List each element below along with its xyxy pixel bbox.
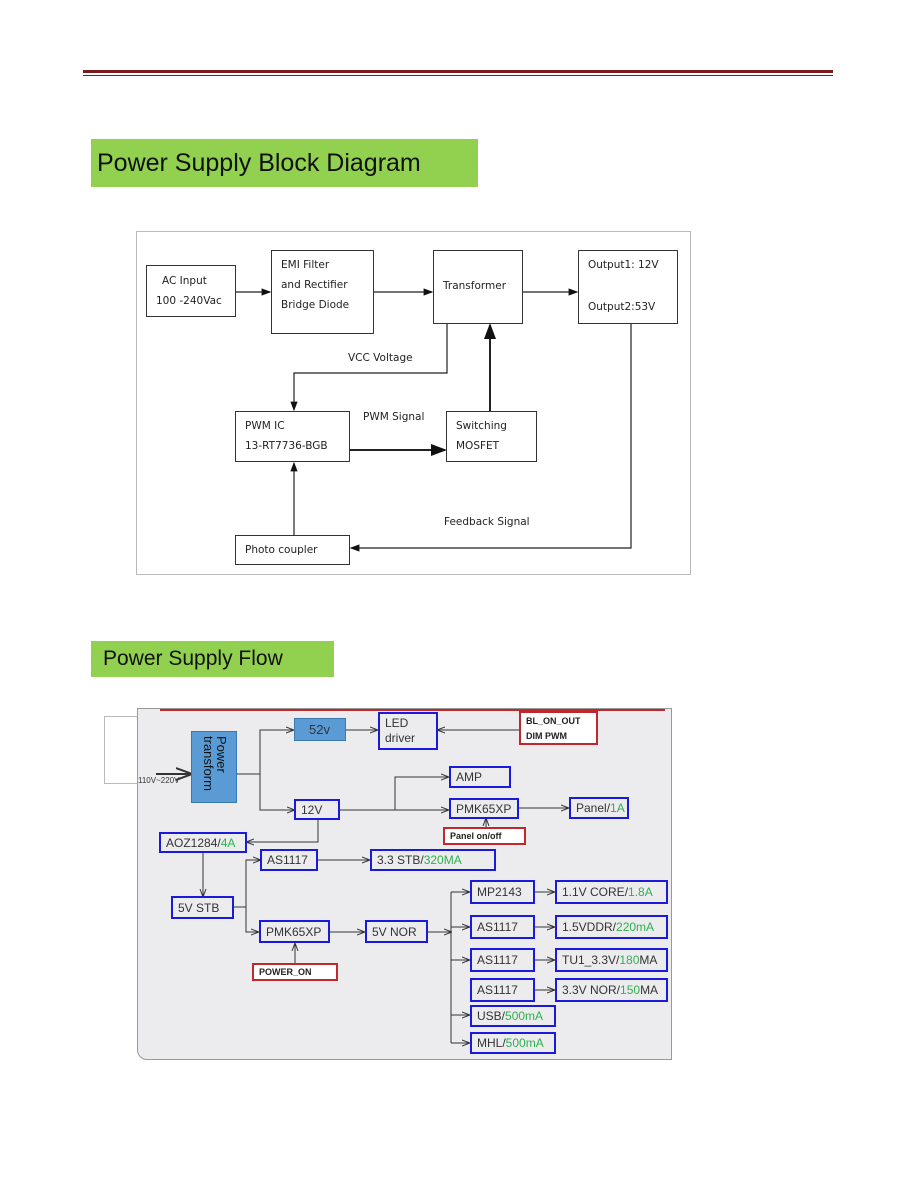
text: LED [385, 716, 409, 730]
power-on-signal: POWER_ON [252, 963, 338, 981]
current-value: 500mA [505, 1009, 544, 1023]
52v-block: 52v [294, 718, 346, 741]
rail-output-block: TU1_3.3V/180 MA [555, 948, 668, 972]
led-driver-block: LED driver [378, 712, 438, 750]
12v-block: 12V [294, 799, 340, 820]
current-value: 500mA [505, 1036, 544, 1050]
power-transform-block: Power transform [191, 731, 237, 803]
rail-ic-block: MP2143 [470, 880, 535, 904]
text: DIM PWM [526, 731, 567, 741]
current-value: 320MA [423, 853, 462, 867]
text: 3.3V NOR/ [562, 983, 621, 997]
text: 1.1V CORE/ [562, 885, 629, 899]
pmk65xp-panel-block: PMK65XP [449, 798, 519, 819]
aoz1284-block: AOZ1284/4A [159, 832, 247, 853]
amp-block: AMP [449, 766, 511, 788]
rail-ic-block: AS1117 [470, 978, 535, 1002]
document-page: Power Supply Block Diagram AC Input 100 -… [0, 0, 918, 1188]
mhl-block: MHL/500mA [470, 1032, 556, 1054]
panel-onoff-signal: Panel on/off [443, 827, 526, 845]
rail-ic-block: AS1117 [470, 915, 535, 939]
current-value: 4A [220, 835, 236, 850]
text: MA [640, 983, 659, 997]
text: 3.3 STB/ [377, 853, 424, 867]
current-value: 220mA [616, 920, 655, 934]
5v-nor-block: 5V NOR [365, 920, 428, 943]
usb-block: USB/500mA [470, 1005, 556, 1027]
text: USB/ [477, 1009, 506, 1023]
panel-block: Panel/1A [569, 797, 629, 819]
text: 1.5VDDR/ [562, 920, 617, 934]
input-voltage-label: 110V~220V [138, 776, 180, 785]
current-value: 1A [610, 801, 625, 815]
power-flow-connectors [156, 0, 918, 1188]
3v3-stb-block: 3.3 STB/320MA [370, 849, 496, 871]
text: driver [385, 731, 416, 745]
text: TU1_3.3V/ [562, 953, 620, 967]
as1117-stb-block: AS1117 [260, 849, 318, 871]
current-value: 150 [620, 983, 641, 997]
text: Power transform [201, 736, 229, 791]
rail-ic-block: AS1117 [470, 948, 535, 972]
rail-output-block: 3.3V NOR/150 MA [555, 978, 668, 1002]
text: MA [639, 953, 658, 967]
text: MHL/ [477, 1036, 506, 1050]
5v-stb-block: 5V STB [171, 896, 234, 919]
rail-output-block: 1.1V CORE/1.8A [555, 880, 668, 904]
text: BL_ON_OUT [526, 716, 581, 726]
current-value: 180 [619, 953, 640, 967]
current-value: 1.8A [628, 885, 653, 899]
text: AOZ1284/ [166, 835, 221, 850]
bl-on-out-signal: BL_ON_OUT DIM PWM [519, 711, 598, 745]
rail-output-block: 1.5VDDR/220mA [555, 915, 668, 939]
pmk65xp-power-block: PMK65XP [259, 920, 330, 943]
text: Panel/ [576, 801, 611, 815]
